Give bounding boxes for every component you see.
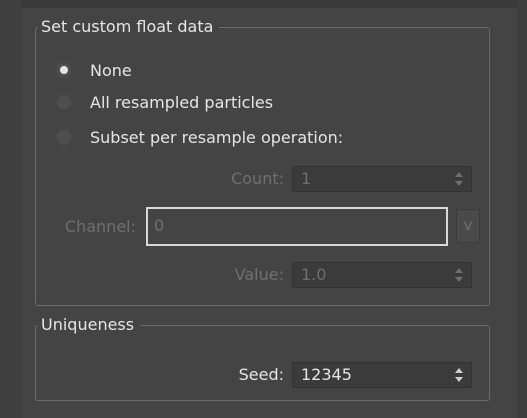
value-value: 1.0: [301, 265, 327, 284]
count-value: 1: [301, 169, 312, 188]
channel-value: 0: [154, 216, 165, 235]
radio-none-label: None: [90, 60, 132, 80]
radio-subset[interactable]: Subset per resample operation:: [56, 125, 343, 149]
radio-all-resampled-label: All resampled particles: [90, 92, 274, 112]
panel-top-edge: [0, 0, 527, 8]
custom-float-group-title: Set custom float data: [38, 18, 220, 36]
seed-spinner[interactable]: 12345: [292, 362, 472, 388]
value-spinner-arrows-icon[interactable]: [455, 268, 463, 282]
channel-label: Channel:: [64, 217, 136, 236]
count-label: Count:: [231, 169, 284, 188]
count-spinner-arrows-icon[interactable]: [455, 172, 463, 186]
radio-subset-indicator[interactable]: [56, 129, 72, 145]
radio-all-resampled[interactable]: All resampled particles: [56, 90, 273, 114]
value-label: Value:: [234, 265, 284, 284]
count-spinner[interactable]: 1: [292, 166, 472, 192]
value-spinner[interactable]: 1.0: [292, 262, 472, 288]
panel-right-strip: [517, 0, 527, 418]
uniqueness-group-title: Uniqueness: [38, 316, 141, 334]
seed-spinner-arrows-icon[interactable]: [455, 368, 463, 382]
channel-input[interactable]: 0: [146, 207, 448, 246]
radio-subset-label: Subset per resample operation:: [90, 127, 344, 147]
panel-left-strip: [0, 0, 22, 418]
radio-none[interactable]: None: [56, 58, 132, 82]
radio-none-indicator[interactable]: [56, 62, 72, 78]
seed-value: 12345: [301, 365, 352, 384]
radio-all-resampled-indicator[interactable]: [56, 94, 72, 110]
seed-label: Seed:: [238, 365, 284, 384]
channel-dropdown-button[interactable]: v: [456, 209, 480, 243]
